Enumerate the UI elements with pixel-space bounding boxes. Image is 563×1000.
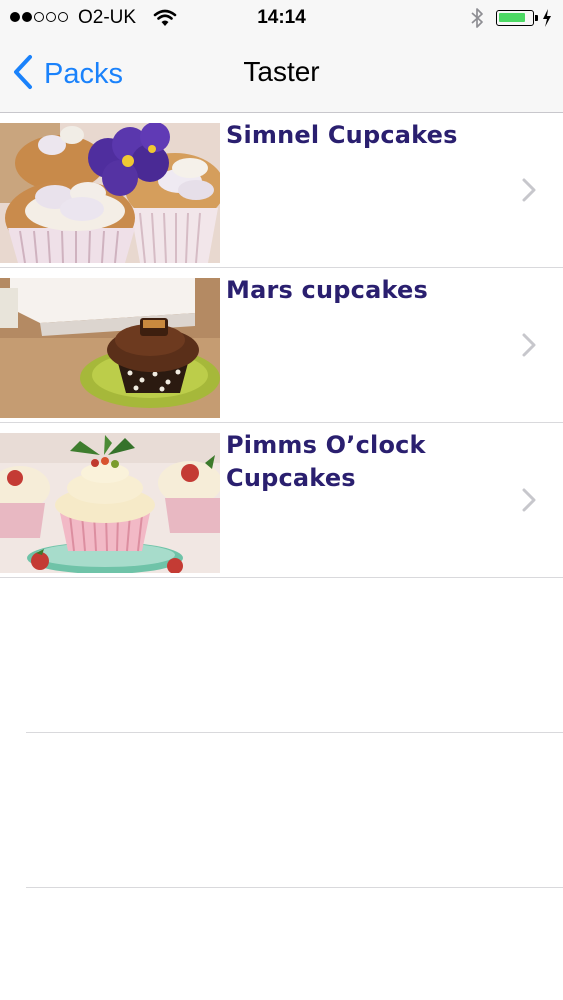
list-item[interactable]: Mars cupcakes: [0, 268, 563, 423]
recipe-title: Mars cupcakes: [226, 276, 428, 304]
recipe-thumbnail: [0, 278, 220, 418]
status-bar: O2-UK 14:14: [0, 0, 563, 36]
recipe-list: Simnel Cupcakes Mars cupcakes Pimms O’cl…: [0, 113, 563, 888]
chevron-right-icon: [520, 487, 538, 518]
recipe-title: Simnel Cupcakes: [226, 121, 458, 149]
empty-list-row: [0, 578, 563, 733]
battery-nub: [535, 15, 538, 21]
recipe-thumbnail: [0, 123, 220, 263]
list-item[interactable]: Pimms O’clock Cupcakes: [0, 423, 563, 578]
bluetooth-icon: [470, 6, 484, 36]
page-title: Taster: [243, 56, 320, 87]
chevron-right-icon: [520, 177, 538, 208]
navigation-bar: Packs Taster: [0, 36, 563, 113]
chevron-right-icon: [520, 332, 538, 363]
charging-icon: [542, 9, 552, 33]
recipe-title: Pimms O’clock Cupcakes: [226, 431, 426, 492]
list-item[interactable]: Simnel Cupcakes: [0, 113, 563, 268]
recipe-thumbnail: [0, 433, 220, 573]
battery-icon: [496, 10, 534, 26]
empty-list-row: [0, 733, 563, 888]
